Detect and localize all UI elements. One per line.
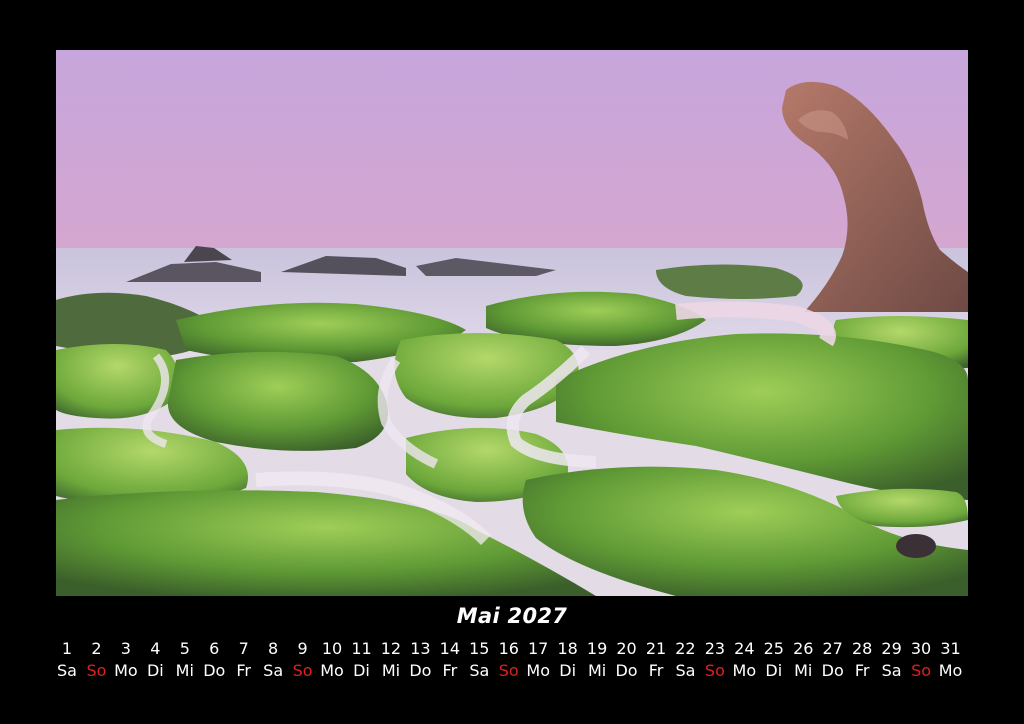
day-number: 10 <box>321 639 343 658</box>
day-cell: 17 Mo <box>523 638 553 682</box>
day-number: 9 <box>297 639 308 658</box>
day-number: 8 <box>268 639 279 658</box>
day-cell: 10 Mo <box>317 638 347 682</box>
day-number: 27 <box>822 639 843 658</box>
weekday-label: So <box>498 661 519 680</box>
day-number: 4 <box>150 639 161 658</box>
month-title: Mai 2027 <box>456 604 568 628</box>
weekday-label: Di <box>353 661 370 680</box>
day-number: 20 <box>616 639 637 658</box>
weekday-label: Fr <box>648 661 664 680</box>
weekday-label: Do <box>203 661 226 680</box>
weekday-label: Do <box>615 661 638 680</box>
day-number: 14 <box>439 639 461 658</box>
weekday-label: So <box>911 661 932 680</box>
day-cell: 11 Di <box>347 638 377 682</box>
weekday-label: So <box>292 661 313 680</box>
day-cell: 29 Sa <box>877 638 907 682</box>
weekday-label: Sa <box>675 661 696 680</box>
weekday-label: Mo <box>114 661 138 680</box>
weekday-label: Mi <box>175 661 194 680</box>
landscape-photo <box>56 50 968 596</box>
weekday-label: Di <box>559 661 577 680</box>
day-cell: 4 Di <box>140 638 170 682</box>
day-cell: 8 Sa <box>258 638 288 682</box>
day-number: 26 <box>793 639 814 658</box>
day-cell: 22 Sa <box>670 638 700 682</box>
day-cell: 14 Fr <box>435 638 465 682</box>
day-number: 19 <box>586 639 608 658</box>
day-cell: 31 Mo <box>936 638 966 682</box>
weekday-label: Sa <box>263 661 284 680</box>
weekday-label: Mi <box>381 661 401 680</box>
day-cell: 26 Mi <box>788 638 818 682</box>
day-cell: 21 Fr <box>641 638 671 682</box>
day-cell: 18 Di <box>553 638 583 682</box>
day-cell: 9 So <box>288 638 318 682</box>
day-cell: 6 Do <box>199 638 229 682</box>
day-number: 3 <box>120 639 131 658</box>
day-number: 2 <box>91 639 102 658</box>
day-number: 15 <box>469 639 490 658</box>
day-number: 12 <box>380 639 402 658</box>
day-number: 1 <box>61 639 73 658</box>
day-number: 28 <box>851 639 873 658</box>
weekday-label: Do <box>821 661 844 680</box>
day-cell: 7 Fr <box>229 638 259 682</box>
day-cell: 30 So <box>906 638 936 682</box>
day-cell: 13 Do <box>405 638 435 682</box>
day-cell: 28 Fr <box>847 638 877 682</box>
day-number: 18 <box>557 639 578 658</box>
weekday-label: Di <box>765 661 783 680</box>
day-cell: 16 So <box>494 638 524 682</box>
day-cell: 2 So <box>81 638 111 682</box>
day-number: 21 <box>645 639 667 658</box>
weekday-label: Sa <box>469 661 490 680</box>
weekday-label: Fr <box>854 661 870 680</box>
day-cell: 24 Mo <box>729 638 759 682</box>
day-number: 29 <box>881 639 902 658</box>
day-cell: 19 Mi <box>582 638 612 682</box>
day-number: 11 <box>351 639 372 658</box>
weekday-label: Mi <box>587 661 607 680</box>
day-number: 30 <box>910 639 932 658</box>
weekday-label: Fr <box>236 661 251 680</box>
weekday-label: Mo <box>938 661 963 680</box>
weekday-label: Mo <box>526 661 550 680</box>
weekday-label: Sa <box>881 661 902 680</box>
day-number: 7 <box>238 639 249 658</box>
day-number: 23 <box>704 639 726 658</box>
weekday-label: So <box>86 661 107 680</box>
weekday-label: Mo <box>320 661 344 680</box>
weekday-label: Fr <box>442 661 458 680</box>
day-cell: 1 Sa <box>52 638 82 682</box>
day-number: 22 <box>675 639 696 658</box>
day-cell: 27 Do <box>818 638 848 682</box>
day-number: 25 <box>763 639 784 658</box>
day-number: 13 <box>410 639 431 658</box>
day-cell: 5 Mi <box>170 638 200 682</box>
day-cell: 12 Mi <box>376 638 406 682</box>
day-cell: 23 So <box>700 638 730 682</box>
weekday-label: Mi <box>794 661 813 680</box>
weekday-label: So <box>704 661 725 680</box>
day-cell: 3 Mo <box>111 638 141 682</box>
day-number: 5 <box>179 639 190 658</box>
weekday-label: Mo <box>732 661 757 680</box>
weekday-label: Sa <box>57 661 77 680</box>
day-number: 31 <box>940 639 961 658</box>
weekday-label: Di <box>146 661 164 680</box>
day-cell: 25 Di <box>759 638 789 682</box>
day-number: 16 <box>498 639 519 658</box>
day-cell: 20 Do <box>612 638 642 682</box>
day-strip: 1 Sa 2 So 3 Mo 4 Di 5 Mi 6 Do 7 Fr 8 Sa 9 So 10 Mo 11 Di 12 Mi 1… <box>52 638 968 688</box>
day-number: 24 <box>734 639 755 658</box>
day-number: 6 <box>209 639 220 658</box>
day-number: 17 <box>528 639 549 658</box>
weekday-label: Do <box>409 661 432 680</box>
day-cell: 15 Sa <box>464 638 494 682</box>
